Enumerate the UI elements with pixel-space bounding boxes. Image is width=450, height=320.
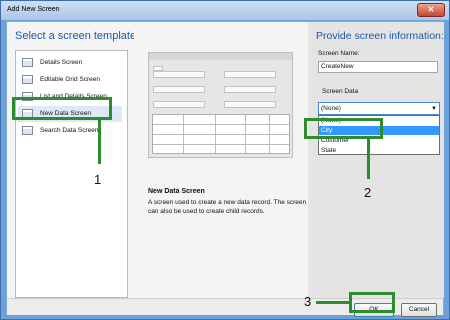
preview-topbar — [149, 53, 292, 60]
callout-line-1 — [98, 120, 101, 164]
callout-number-3: 3 — [304, 294, 312, 309]
template-heading: Select a screen template: — [15, 30, 140, 42]
window-title: Add New Screen — [7, 6, 60, 13]
preview-thumbnail — [148, 52, 293, 158]
grid-line — [245, 115, 246, 153]
screen-name-label: Screen Name: — [318, 50, 360, 57]
template-item-editable-grid-screen[interactable]: Editable Grid Screen — [18, 72, 122, 88]
details-screen-icon — [22, 58, 33, 67]
grid-screen-icon — [22, 75, 33, 84]
template-item-label: Search Data Screen — [40, 127, 99, 134]
search-screen-icon — [22, 126, 33, 135]
close-icon[interactable]: ✕ — [417, 3, 445, 17]
screen-data-label: Screen Data — [322, 88, 359, 95]
preview-field — [153, 71, 205, 78]
preview-field — [153, 86, 205, 93]
chevron-down-icon[interactable]: ▼ — [431, 105, 437, 113]
callout-line-3 — [316, 301, 349, 304]
template-description: A screen used to create a new data recor… — [148, 199, 307, 215]
template-item-details-screen[interactable]: Details Screen — [18, 55, 122, 71]
preview-field — [224, 71, 276, 78]
preview-grid — [152, 114, 290, 154]
template-item-label: Details Screen — [40, 59, 83, 66]
preview-field — [153, 101, 205, 108]
template-list: Details Screen Editable Grid Screen List… — [15, 50, 128, 298]
callout-line-2 — [367, 139, 370, 179]
dialog-body: Select a screen template: Details Screen… — [6, 21, 444, 317]
screen-info-heading: Provide screen information: — [316, 30, 444, 42]
title-bar: Add New Screen ✕ — [1, 1, 449, 20]
grid-line — [269, 115, 270, 153]
template-item-label: Editable Grid Screen — [40, 76, 100, 83]
screen-info-panel: Provide screen information: Screen Name:… — [308, 22, 444, 298]
screen-data-select[interactable]: (None) ▼ — [318, 102, 440, 115]
callout-number-2: 2 — [364, 185, 372, 200]
callout-number-1: 1 — [94, 172, 102, 187]
dropdown-option-state[interactable]: State — [319, 146, 439, 155]
grid-line — [183, 115, 184, 153]
callout-box-ok — [349, 292, 395, 313]
preview-field — [224, 86, 276, 93]
preview-field — [224, 101, 276, 108]
template-item-search-data-screen[interactable]: Search Data Screen — [18, 123, 122, 139]
callout-box-template — [12, 97, 112, 120]
grid-line — [215, 115, 216, 153]
cancel-button[interactable]: Cancel — [401, 303, 437, 317]
screen-data-selected-value: (None) — [321, 105, 341, 112]
template-description-title: New Data Screen — [148, 188, 205, 195]
add-new-screen-dialog: Add New Screen ✕ Select a screen templat… — [0, 0, 450, 320]
callout-box-city — [304, 118, 383, 139]
template-preview: New Data Screen A screen used to create … — [134, 30, 308, 298]
screen-name-input[interactable]: CreateNew — [318, 61, 438, 73]
